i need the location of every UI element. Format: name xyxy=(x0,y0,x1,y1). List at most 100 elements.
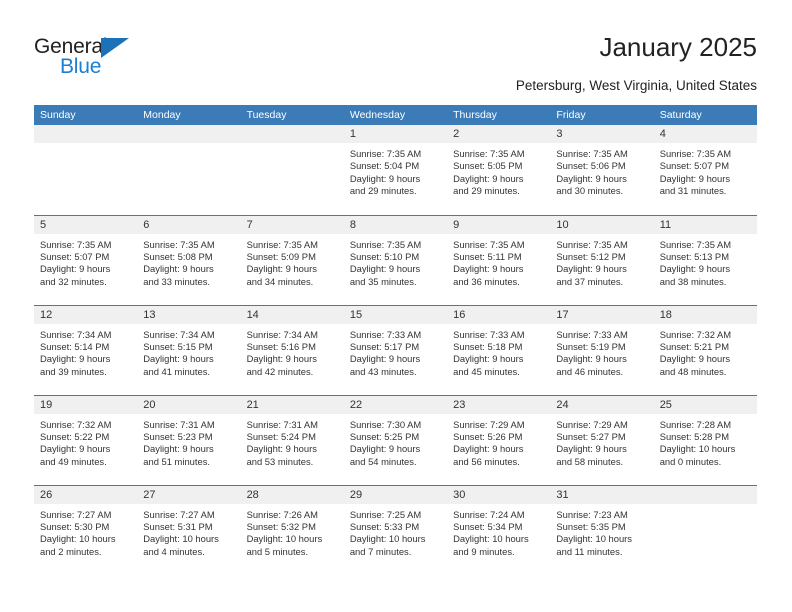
day-details: Sunrise: 7:34 AM Sunset: 5:14 PM Daylight:… xyxy=(34,324,137,379)
calendar-day-cell[interactable]: 12 Sunrise: 7:34 AM Sunset: 5:14 PM Dayligh… xyxy=(34,304,138,395)
sunset-text: Sunset: 5:27 PM xyxy=(556,430,626,442)
calendar-page: General Blue January 2025 Petersburg, We… xyxy=(0,0,792,612)
calendar-day-cell[interactable]: 13 Sunrise: 7:34 AM Sunset: 5:15 PM Dayligh… xyxy=(137,304,241,395)
page-header: General Blue January 2025 Petersburg, We… xyxy=(0,0,792,100)
day-number: 8 xyxy=(343,215,448,234)
calendar-day-cell[interactable]: 5 Sunrise: 7:35 AM Sunset: 5:07 PM Daylight… xyxy=(34,214,138,305)
day-number: 2 xyxy=(447,125,551,143)
daylight-text-line2: and 32 minutes. xyxy=(40,275,107,287)
calendar-day-cell[interactable]: 4 Sunrise: 7:35 AM Sunset: 5:07 PM Daylight… xyxy=(653,125,757,215)
calendar-day-cell[interactable]: 23 Sunrise: 7:29 AM Sunset: 5:26 PM Dayligh… xyxy=(447,394,551,485)
day-number: 5 xyxy=(34,215,138,234)
day-details: Sunrise: 7:35 AM Sunset: 5:08 PM Daylight:… xyxy=(137,234,240,289)
day-details: Sunrise: 7:35 AM Sunset: 5:10 PM Daylight:… xyxy=(344,234,447,289)
sunrise-text: Sunrise: 7:32 AM xyxy=(40,418,112,430)
calendar-day-cell[interactable]: 19 Sunrise: 7:32 AM Sunset: 5:22 PM Dayligh… xyxy=(34,394,138,485)
daylight-text-line1: Daylight: 9 hours xyxy=(40,443,111,455)
day-details: Sunrise: 7:27 AM Sunset: 5:30 PM Daylight:… xyxy=(34,504,137,559)
daylight-text-line1: Daylight: 10 hours xyxy=(246,533,323,545)
calendar-day-cell[interactable]: 20 Sunrise: 7:31 AM Sunset: 5:23 PM Dayligh… xyxy=(137,394,241,485)
day-number: 9 xyxy=(447,215,551,234)
calendar-week-row: 5 Sunrise: 7:35 AM Sunset: 5:07 PM Daylight… xyxy=(34,214,757,305)
day-number xyxy=(653,485,757,504)
day-details: Sunrise: 7:23 AM Sunset: 5:35 PM Daylight:… xyxy=(550,504,653,559)
sunset-text: Sunset: 5:31 PM xyxy=(143,520,213,532)
daylight-text-line2: and 34 minutes. xyxy=(246,275,314,287)
daylight-text-line1: Daylight: 10 hours xyxy=(40,533,116,545)
sunrise-text: Sunrise: 7:35 AM xyxy=(659,148,732,159)
calendar-day-cell[interactable]: 14 Sunrise: 7:34 AM Sunset: 5:16 PM Dayligh… xyxy=(240,304,344,395)
daylight-text-line1: Daylight: 9 hours xyxy=(246,443,317,455)
daylight-text-line2: and 56 minutes. xyxy=(453,455,520,467)
day-details: Sunrise: 7:32 AM Sunset: 5:22 PM Daylight:… xyxy=(34,414,137,469)
calendar-day-cell[interactable]: 28 Sunrise: 7:26 AM Sunset: 5:32 PM Dayligh… xyxy=(240,484,344,575)
calendar-day-cell[interactable]: 7 Sunrise: 7:35 AM Sunset: 5:09 PM Daylight… xyxy=(240,214,344,305)
daylight-text-line2: and 35 minutes. xyxy=(349,275,417,287)
calendar-day-cell[interactable]: 22 Sunrise: 7:30 AM Sunset: 5:25 PM Dayligh… xyxy=(343,394,448,485)
day-number: 21 xyxy=(240,395,344,414)
calendar-day-cell[interactable]: 16 Sunrise: 7:33 AM Sunset: 5:18 PM Dayligh… xyxy=(447,304,551,395)
daylight-text-line2: and 33 minutes. xyxy=(143,275,210,287)
sunrise-text: Sunrise: 7:33 AM xyxy=(453,328,525,340)
calendar-day-cell[interactable]: 27 Sunrise: 7:27 AM Sunset: 5:31 PM Dayligh… xyxy=(137,484,241,575)
day-details: Sunrise: 7:24 AM Sunset: 5:34 PM Daylight:… xyxy=(447,504,550,559)
calendar-day-cell[interactable]: 10 Sunrise: 7:35 AM Sunset: 5:12 PM Dayligh… xyxy=(550,214,654,305)
sunrise-text: Sunrise: 7:25 AM xyxy=(349,508,422,520)
daylight-text-line2: and 49 minutes. xyxy=(40,455,107,467)
day-number: 6 xyxy=(137,215,241,234)
sunrise-text: Sunrise: 7:35 AM xyxy=(349,238,422,250)
sunset-text: Sunset: 5:06 PM xyxy=(556,160,626,172)
daylight-text-line1: Daylight: 10 hours xyxy=(659,443,736,455)
calendar-day-cell[interactable]: 9 Sunrise: 7:35 AM Sunset: 5:11 PM Daylight… xyxy=(447,214,551,305)
day-number: 18 xyxy=(653,305,757,324)
calendar-day-cell[interactable]: 29 Sunrise: 7:25 AM Sunset: 5:33 PM Dayligh… xyxy=(343,484,448,575)
sunset-text: Sunset: 5:23 PM xyxy=(143,430,213,442)
sunset-text: Sunset: 5:17 PM xyxy=(349,340,420,352)
calendar-day-cell[interactable]: 26 Sunrise: 7:27 AM Sunset: 5:30 PM Dayligh… xyxy=(34,484,138,575)
calendar-day-cell[interactable]: 11 Sunrise: 7:35 AM Sunset: 5:13 PM Dayligh… xyxy=(653,214,757,305)
daylight-text-line2: and 11 minutes. xyxy=(556,545,623,557)
daylight-text-line2: and 43 minutes. xyxy=(349,365,417,377)
calendar-day-cell[interactable]: 24 Sunrise: 7:29 AM Sunset: 5:27 PM Dayligh… xyxy=(550,394,654,485)
calendar-day-cell[interactable]: 8 Sunrise: 7:35 AM Sunset: 5:10 PM Daylight… xyxy=(343,214,448,305)
sunset-text: Sunset: 5:21 PM xyxy=(659,340,729,352)
sunset-text: Sunset: 5:09 PM xyxy=(246,250,316,262)
calendar-day-cell[interactable]: 18 Sunrise: 7:32 AM Sunset: 5:21 PM Dayligh… xyxy=(653,304,757,395)
calendar-day-cell[interactable]: 1 Sunrise: 7:35 AM Sunset: 5:04 PM Daylight… xyxy=(343,125,448,215)
logo-text-blue: Blue xyxy=(60,55,102,78)
daylight-text-line2: and 46 minutes. xyxy=(556,365,624,377)
daylight-text-line1: Daylight: 10 hours xyxy=(143,533,219,545)
generalblue-logo[interactable]: General Blue xyxy=(34,36,174,82)
sunrise-text: Sunrise: 7:35 AM xyxy=(556,148,628,159)
calendar-day-cell[interactable]: 17 Sunrise: 7:33 AM Sunset: 5:19 PM Dayligh… xyxy=(550,304,654,395)
calendar-day-cell[interactable]: 3 Sunrise: 7:35 AM Sunset: 5:06 PM Daylight… xyxy=(550,125,654,215)
calendar-day-cell[interactable]: 21 Sunrise: 7:31 AM Sunset: 5:24 PM Dayligh… xyxy=(240,394,344,485)
calendar-day-cell[interactable]: 25 Sunrise: 7:28 AM Sunset: 5:28 PM Dayligh… xyxy=(653,394,757,485)
sunrise-text: Sunrise: 7:33 AM xyxy=(349,328,422,340)
day-details: Sunrise: 7:28 AM Sunset: 5:28 PM Daylight:… xyxy=(654,414,757,469)
daylight-text-line1: Daylight: 9 hours xyxy=(143,443,214,455)
daylight-text-line2: and 42 minutes. xyxy=(246,365,314,377)
day-number: 14 xyxy=(240,305,344,324)
day-number: 25 xyxy=(653,395,757,414)
daylight-text-line2: and 53 minutes. xyxy=(246,455,314,467)
calendar-day-cell[interactable]: 6 Sunrise: 7:35 AM Sunset: 5:08 PM Daylight… xyxy=(137,214,241,305)
calendar-day-cell[interactable]: 30 Sunrise: 7:24 AM Sunset: 5:34 PM Dayligh… xyxy=(447,484,551,575)
day-number xyxy=(34,125,138,143)
weekday-header-sunday: Sunday xyxy=(34,105,138,125)
day-number: 22 xyxy=(343,395,448,414)
calendar-day-cell-empty xyxy=(137,125,241,215)
sunset-text: Sunset: 5:30 PM xyxy=(40,520,110,532)
day-number: 13 xyxy=(137,305,241,324)
calendar-day-cell[interactable]: 31 Sunrise: 7:23 AM Sunset: 5:35 PM Dayligh… xyxy=(550,484,654,575)
daylight-text-line2: and 0 minutes. xyxy=(659,455,722,467)
daylight-text-line2: and 2 minutes. xyxy=(40,545,102,557)
calendar-day-cell[interactable]: 2 Sunrise: 7:35 AM Sunset: 5:05 PM Daylight… xyxy=(447,125,551,215)
sunrise-text: Sunrise: 7:26 AM xyxy=(246,508,318,520)
daylight-text-line1: Daylight: 9 hours xyxy=(556,443,627,455)
calendar-body: 1 Sunrise: 7:35 AM Sunset: 5:04 PM Daylight… xyxy=(34,125,757,575)
calendar-day-cell[interactable]: 15 Sunrise: 7:33 AM Sunset: 5:17 PM Dayligh… xyxy=(343,304,448,395)
sunrise-text: Sunrise: 7:31 AM xyxy=(143,418,215,430)
sunrise-text: Sunrise: 7:35 AM xyxy=(40,238,112,250)
sunrise-text: Sunrise: 7:32 AM xyxy=(659,328,732,340)
